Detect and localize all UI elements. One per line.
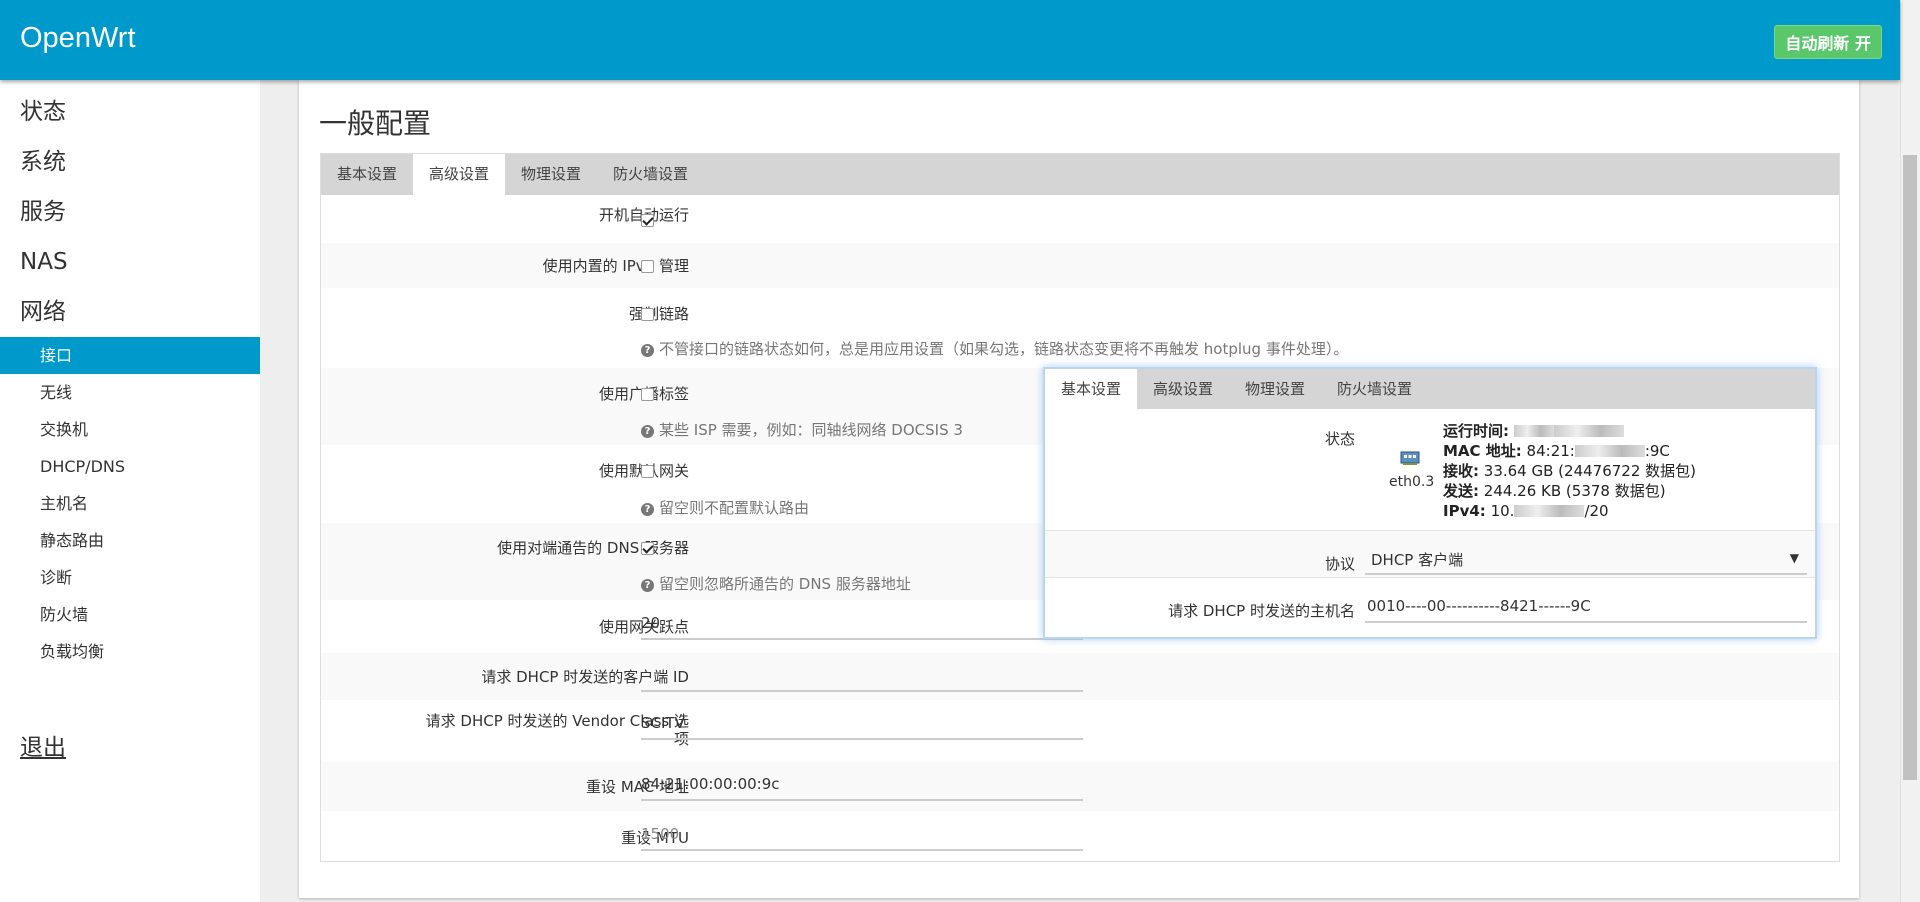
tab-firewall-settings[interactable]: 防火墙设置 bbox=[597, 154, 704, 195]
sidebar-item-switch[interactable]: 交换机 bbox=[0, 411, 260, 448]
popup-tab-firewall-settings[interactable]: 防火墙设置 bbox=[1321, 369, 1428, 409]
tab-basic-settings[interactable]: 基本设置 bbox=[321, 154, 413, 195]
popup-protocol-label: 协议 bbox=[1324, 555, 1355, 573]
redacted-ipv4 bbox=[1514, 505, 1585, 517]
interface-name: eth0.3 bbox=[1389, 474, 1435, 490]
rx-value: 33.64 GB (24476722 数据包) bbox=[1483, 462, 1696, 480]
vendor-class-input[interactable]: SCITV bbox=[641, 706, 1083, 740]
force-link-label: 强制链路 bbox=[628, 305, 689, 323]
row-mac-override: 重设 MAC 地址 84:21:00:00:00:9c bbox=[321, 762, 1839, 811]
force-link-hint: 不管接口的链路状态如何，总是用应用设置（如果勾选，链路状态变更将不再触发 hot… bbox=[659, 340, 1349, 358]
row-ipv6: 使用内置的 IPv6 管理 bbox=[321, 243, 1839, 288]
interface-status: 运行时间: MAC 地址: 84:21: :9C 接收: 33.64 GB (24… bbox=[1443, 421, 1696, 521]
popup-status-label: 状态 bbox=[1324, 430, 1355, 448]
page-title: 一般配置 bbox=[319, 107, 432, 140]
interface-popup: 基本设置 高级设置 物理设置 防火墙设置 状态 eth0.3 运行时间: MAC… bbox=[1043, 367, 1817, 639]
sidebar-item-diagnostics[interactable]: 诊断 bbox=[0, 559, 260, 596]
gateway-metric-input[interactable]: 20 bbox=[641, 606, 1083, 640]
ipv4-prefix: 10. bbox=[1490, 502, 1515, 520]
client-id-input[interactable] bbox=[641, 658, 1083, 692]
sidebar-item-services[interactable]: 服务 bbox=[0, 187, 260, 237]
sidebar-item-firewall[interactable]: 防火墙 bbox=[0, 596, 260, 633]
dropdown-arrow-icon: ▼ bbox=[1789, 551, 1799, 565]
popup-tab-physical-settings[interactable]: 物理设置 bbox=[1229, 369, 1321, 409]
popup-hostname-input[interactable]: 0010----00----------8421------9C bbox=[1365, 589, 1807, 623]
scrollbar-thumb[interactable] bbox=[1903, 155, 1917, 780]
ipv6-checkbox[interactable] bbox=[641, 260, 654, 273]
help-icon: ? bbox=[641, 579, 654, 592]
brand-logo[interactable]: OpenWrt bbox=[20, 22, 136, 55]
redacted-mac bbox=[1574, 445, 1645, 457]
row-client-id: 请求 DHCP 时发送的客户端 ID bbox=[321, 653, 1839, 700]
help-icon: ? bbox=[641, 425, 654, 438]
sidebar-item-dhcp-dns[interactable]: DHCP/DNS bbox=[0, 448, 260, 485]
auto-refresh-button[interactable]: 自动刷新 开 bbox=[1774, 25, 1882, 59]
row-mtu: 重设 MTU 1500 bbox=[321, 811, 1839, 861]
peer-dns-checkbox[interactable] bbox=[641, 542, 654, 555]
sidebar-item-network[interactable]: 网络 bbox=[0, 287, 260, 337]
autostart-checkbox[interactable] bbox=[641, 214, 654, 227]
page-scrollbar[interactable] bbox=[1900, 0, 1920, 902]
ipv4-suffix: /20 bbox=[1584, 502, 1609, 520]
sidebar-item-interfaces[interactable]: 接口 bbox=[0, 337, 260, 374]
mac-override-input[interactable]: 84:21:00:00:00:9c bbox=[641, 767, 1083, 801]
mtu-input[interactable]: 1500 bbox=[641, 817, 1083, 851]
ipv6-label: 使用内置的 IPv6 管理 bbox=[542, 257, 689, 275]
tab-advanced-settings[interactable]: 高级设置 bbox=[413, 154, 506, 195]
network-submenu: 接口 无线 交换机 DHCP/DNS 主机名 静态路由 诊断 防火墙 负载均衡 bbox=[0, 337, 260, 670]
mac-prefix: 84:21: bbox=[1526, 442, 1575, 460]
popup-hostname-label: 请求 DHCP 时发送的主机名 bbox=[1168, 602, 1355, 620]
broadcast-hint: 某些 ISP 需要，例如：同轴线网络 DOCSIS 3 bbox=[659, 421, 963, 439]
sidebar-item-status[interactable]: 状态 bbox=[0, 87, 260, 137]
protocol-select-value: DHCP 客户端 bbox=[1371, 551, 1464, 569]
default-gateway-checkbox[interactable] bbox=[641, 465, 654, 478]
logout-link[interactable]: 退出 bbox=[0, 728, 260, 762]
protocol-select[interactable]: DHCP 客户端 ▼ bbox=[1365, 543, 1807, 575]
redacted-uptime-rest bbox=[1553, 425, 1624, 437]
sidebar: 状态 系统 服务 NAS 网络 接口 无线 交换机 DHCP/DNS 主机名 静… bbox=[0, 80, 260, 902]
peer-dns-hint: 留空则忽略所通告的 DNS 服务器地址 bbox=[659, 575, 911, 593]
ethernet-port-icon bbox=[1400, 451, 1420, 465]
rx-label: 接收: bbox=[1443, 462, 1479, 480]
row-force-link: 强制链路 ? 不管接口的链路状态如何，总是用应用设置（如果勾选，链路状态变更将不再… bbox=[321, 288, 1839, 368]
tab-bar: 基本设置 高级设置 物理设置 防火墙设置 bbox=[321, 154, 1839, 195]
row-vendor-class: 请求 DHCP 时发送的 Vendor Class 选项 SCITV bbox=[321, 700, 1839, 762]
top-bar: OpenWrt 自动刷新 开 bbox=[0, 0, 1900, 80]
sidebar-item-nas[interactable]: NAS bbox=[0, 237, 260, 287]
peer-dns-label: 使用对端通告的 DNS 服务器 bbox=[497, 539, 689, 557]
popup-tab-bar: 基本设置 高级设置 物理设置 防火墙设置 bbox=[1045, 369, 1815, 409]
help-icon: ? bbox=[641, 503, 654, 516]
default-gateway-hint: 留空则不配置默认路由 bbox=[659, 499, 810, 517]
popup-tab-basic-settings[interactable]: 基本设置 bbox=[1045, 369, 1138, 409]
help-icon: ? bbox=[641, 344, 654, 357]
tx-label: 发送: bbox=[1443, 482, 1479, 500]
mac-suffix: :9C bbox=[1644, 442, 1670, 460]
ipv4-label: IPv4: bbox=[1443, 502, 1486, 520]
sidebar-item-hostnames[interactable]: 主机名 bbox=[0, 485, 260, 522]
sidebar-item-wireless[interactable]: 无线 bbox=[0, 374, 260, 411]
sidebar-item-static-routes[interactable]: 静态路由 bbox=[0, 522, 260, 559]
mac-label: MAC 地址: bbox=[1443, 442, 1522, 460]
broadcast-checkbox[interactable] bbox=[641, 388, 654, 401]
uptime-label: 运行时间: bbox=[1443, 422, 1509, 440]
tab-physical-settings[interactable]: 物理设置 bbox=[505, 154, 597, 195]
force-link-checkbox[interactable] bbox=[641, 308, 654, 321]
sidebar-item-load-balancing[interactable]: 负载均衡 bbox=[0, 633, 260, 670]
sidebar-item-system[interactable]: 系统 bbox=[0, 137, 260, 187]
tx-value: 244.26 KB (5378 数据包) bbox=[1483, 482, 1666, 500]
popup-tab-advanced-settings[interactable]: 高级设置 bbox=[1137, 369, 1229, 409]
row-autostart: 开机自动运行 bbox=[321, 195, 1839, 243]
redacted-uptime bbox=[1513, 425, 1554, 437]
